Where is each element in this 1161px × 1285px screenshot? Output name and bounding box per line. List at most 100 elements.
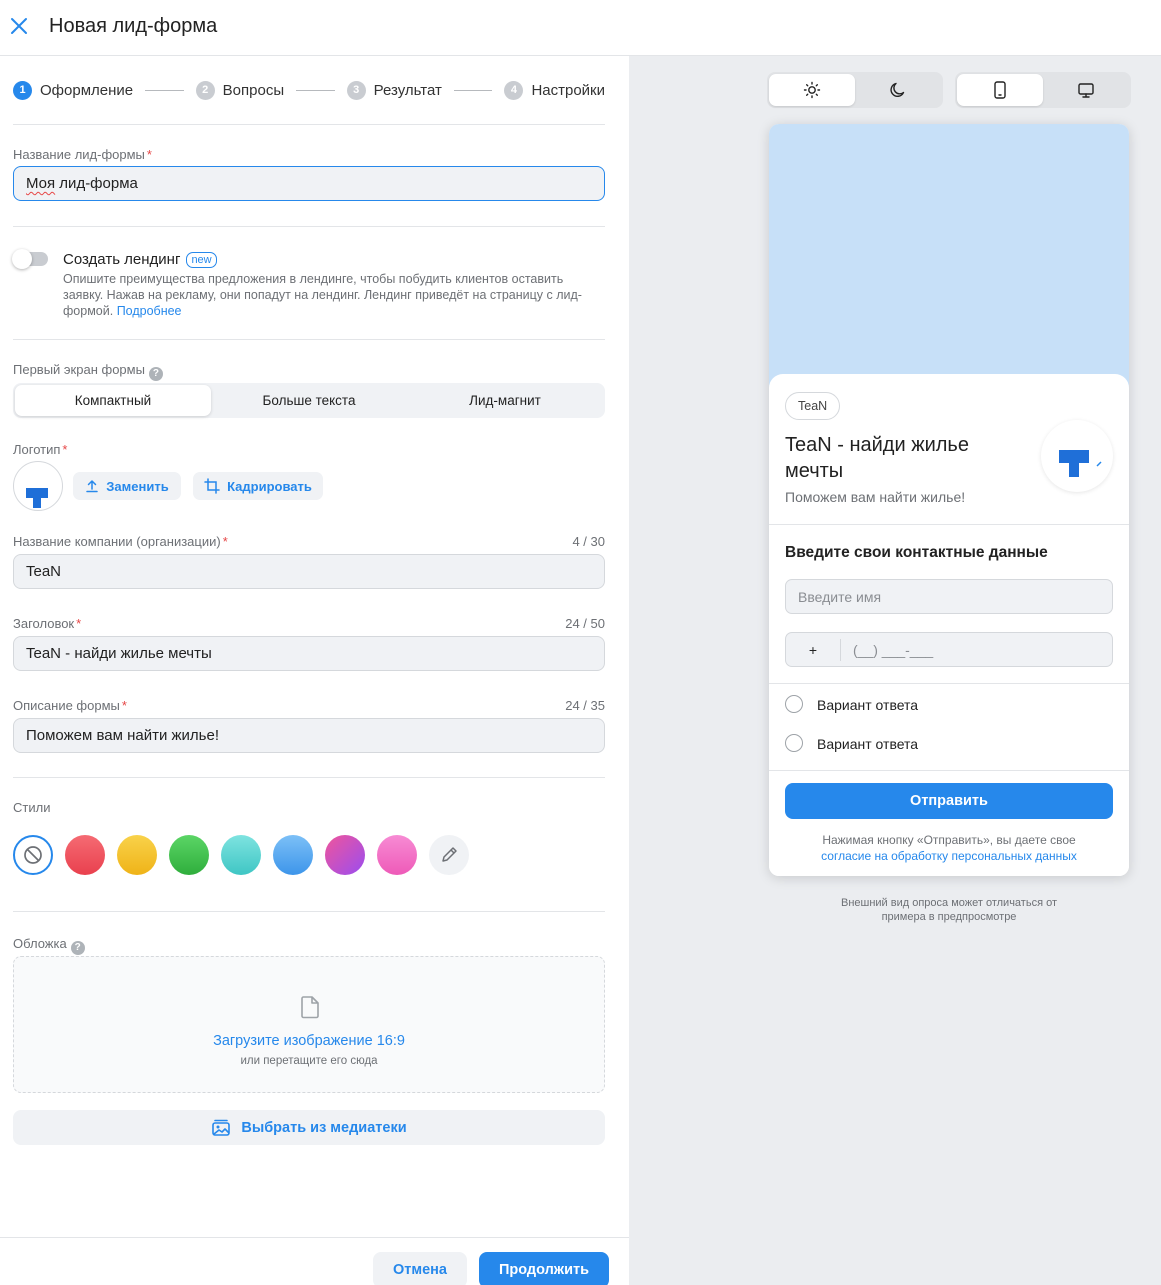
preview-cover — [769, 124, 1129, 394]
consent-text: Нажимая кнопку «Отправить», вы даете сво… — [769, 832, 1129, 864]
logo-thumbnail — [13, 461, 63, 511]
divider — [13, 226, 605, 227]
cover-dropzone[interactable]: Загрузите изображение 16:9 или перетащит… — [13, 956, 605, 1093]
phone-icon — [994, 81, 1006, 99]
preview-phone-input[interactable]: + (__) ___-___ — [785, 632, 1113, 667]
answer-option[interactable]: Вариант ответа — [785, 694, 918, 713]
consent-prefix: Нажимая кнопку «Отправить», вы даете сво… — [822, 833, 1076, 847]
label-text: Название лид-формы — [13, 147, 145, 162]
theme-switch — [767, 72, 943, 108]
description-counter: 24 / 35 — [565, 698, 605, 713]
description-input[interactable]: Поможем вам найти жилье! — [13, 718, 605, 753]
headline-input[interactable]: TeaN - найди жилье мечты — [13, 636, 605, 671]
step-settings[interactable]: 4 Настройки — [504, 80, 606, 100]
landing-title: Создать лендинг new — [63, 251, 217, 268]
divider — [13, 911, 605, 912]
crop-logo-button[interactable]: Кадрировать — [193, 472, 323, 500]
swatch-red[interactable] — [65, 835, 105, 875]
input-value-rest: лид-форма — [55, 175, 138, 192]
label-text: Описание формы — [13, 698, 120, 713]
required-mark: * — [76, 616, 82, 631]
swatch-none[interactable] — [13, 835, 53, 875]
step-number: 4 — [504, 80, 524, 100]
company-label: Название компании (организации) * — [13, 534, 228, 549]
no-style-icon — [24, 846, 42, 864]
device-switch — [955, 72, 1131, 108]
headline-label: Заголовок * — [13, 616, 81, 631]
step-connector — [453, 89, 493, 91]
divider — [13, 124, 605, 125]
option-more-text[interactable]: Больше текста — [211, 385, 407, 416]
swatch-turquoise[interactable] — [221, 835, 261, 875]
form-preview: TeaN TeaN - найди жилье мечты Поможем ва… — [769, 124, 1129, 876]
consent-link[interactable]: согласие на обработку персональных данны… — [821, 849, 1077, 863]
preview-card: TeaN TeaN - найди жилье мечты Поможем ва… — [769, 374, 1129, 876]
mobile-view-tab[interactable] — [957, 74, 1043, 106]
editor-panel: 1 Оформление 2 Вопросы 3 Результат 4 Нас… — [0, 56, 629, 1285]
radio-button[interactable] — [785, 733, 803, 752]
step-questions[interactable]: 2 Вопросы — [195, 80, 285, 100]
logo-label: Логотип * — [13, 442, 67, 457]
close-icon[interactable] — [8, 15, 30, 37]
answer-option[interactable]: Вариант ответа — [785, 733, 918, 752]
step-result[interactable]: 3 Результат — [346, 80, 442, 100]
dark-theme-tab[interactable] — [855, 74, 941, 106]
continue-button[interactable]: Продолжить — [479, 1252, 609, 1285]
upload-title[interactable]: Загрузите изображение 16:9 — [14, 1033, 604, 1049]
phone-prefix[interactable]: + — [786, 638, 841, 661]
company-counter: 4 / 30 — [572, 534, 605, 549]
light-theme-tab[interactable] — [769, 74, 855, 106]
option-lead-magnet[interactable]: Лид-магнит — [407, 385, 603, 416]
step-label: Настройки — [531, 81, 606, 99]
new-badge: new — [186, 251, 217, 268]
replace-logo-button[interactable]: Заменить — [73, 472, 181, 500]
toggle-knob — [12, 249, 32, 269]
label-text: Обложка — [13, 936, 67, 951]
label-text: Заголовок — [13, 616, 75, 631]
first-screen-selector: Компактный Больше текста Лид-магнит — [13, 383, 605, 418]
divider — [769, 770, 1129, 771]
logo-image — [1059, 450, 1102, 477]
phone-mask: (__) ___-___ — [853, 641, 934, 658]
color-picker-button[interactable] — [429, 835, 469, 875]
landing-description: Опишите преимущества предложения в ленди… — [63, 271, 603, 319]
landing-toggle[interactable] — [12, 249, 48, 269]
send-button[interactable]: Отправить — [785, 783, 1113, 819]
step-design[interactable]: 1 Оформление — [13, 80, 134, 100]
label-text: Логотип — [13, 442, 61, 457]
help-icon[interactable]: ? — [148, 367, 163, 381]
desktop-view-tab[interactable] — [1043, 74, 1129, 106]
step-label: Вопросы — [222, 81, 285, 99]
answer-label: Вариант ответа — [817, 736, 919, 752]
preview-panel: TeaN TeaN - найди жилье мечты Поможем ва… — [629, 56, 1161, 1285]
required-mark: * — [121, 698, 127, 713]
help-icon[interactable]: ? — [70, 941, 85, 955]
learn-more-link[interactable]: Подробнее — [117, 304, 182, 318]
divider — [769, 683, 1129, 684]
styles-label: Стили — [13, 800, 51, 815]
headline-counter: 24 / 50 — [565, 616, 605, 631]
swatch-blue[interactable] — [273, 835, 313, 875]
upload-icon — [86, 480, 99, 493]
swatch-magenta[interactable] — [325, 835, 365, 875]
contacts-title: Введите свои контактные данные — [785, 544, 1048, 561]
landing-title-text: Создать лендинг — [63, 251, 181, 268]
form-name-input[interactable]: Моя лид-форма — [13, 166, 605, 201]
company-input[interactable]: TeaN — [13, 554, 605, 589]
swatch-pink[interactable] — [377, 835, 417, 875]
crop-icon — [204, 478, 220, 494]
step-label: Оформление — [40, 81, 134, 99]
step-label: Результат — [373, 81, 442, 99]
preview-name-input[interactable]: Введите имя — [785, 579, 1113, 614]
divider — [13, 777, 605, 778]
radio-button[interactable] — [785, 694, 803, 713]
choose-from-library-button[interactable]: Выбрать из медиатеки — [13, 1110, 605, 1145]
cancel-button[interactable]: Отмена — [373, 1252, 467, 1285]
file-icon — [301, 996, 319, 1019]
swatch-yellow[interactable] — [117, 835, 157, 875]
swatch-green[interactable] — [169, 835, 209, 875]
required-mark: * — [146, 147, 152, 162]
preview-description: Поможем вам найти жилье! — [785, 489, 966, 505]
form-name-label: Название лид-формы * — [13, 147, 152, 162]
option-compact[interactable]: Компактный — [15, 385, 211, 416]
